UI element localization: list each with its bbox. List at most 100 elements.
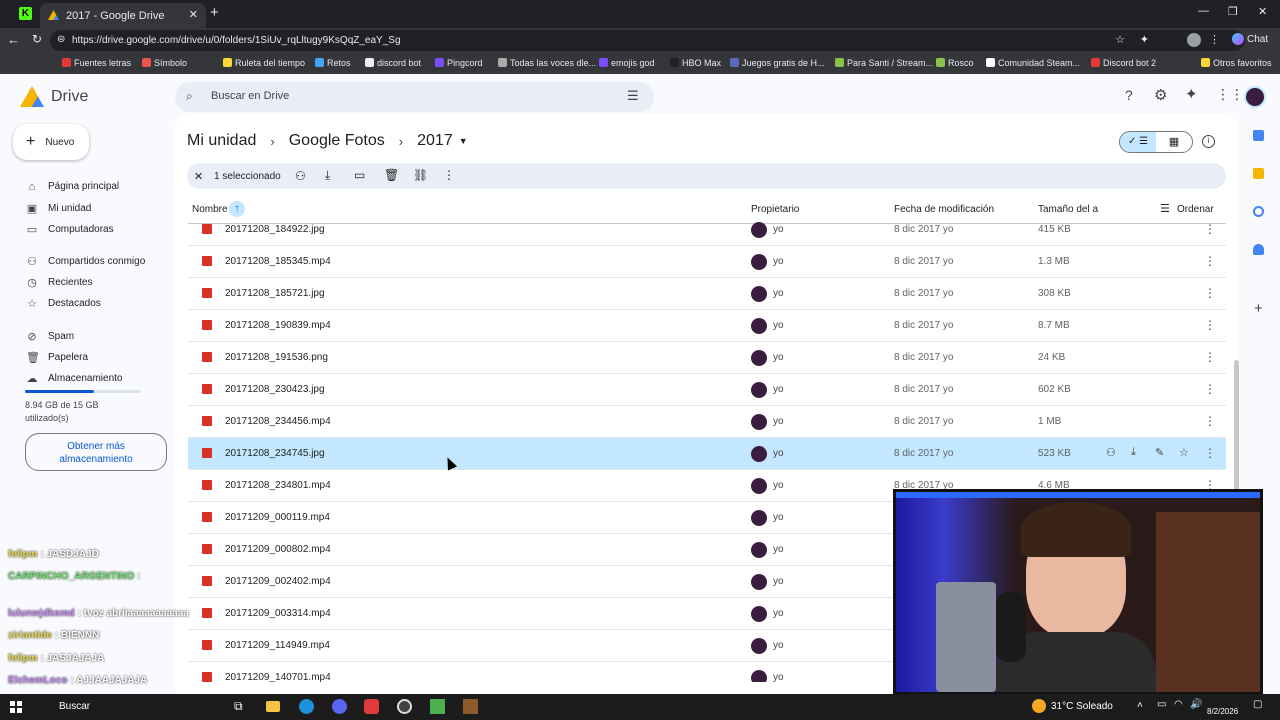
close-tab-icon[interactable]: ✕: [189, 8, 198, 21]
grid-view-button[interactable]: ▦: [1156, 132, 1192, 152]
sidebar-item-2[interactable]: Computadoras: [48, 224, 114, 235]
volume-icon[interactable]: 🔊: [1190, 699, 1202, 710]
wifi-icon[interactable]: ◠: [1174, 699, 1183, 710]
row-more-icon[interactable]: ⋮: [1204, 222, 1216, 236]
chat-button[interactable]: Chat: [1232, 33, 1268, 45]
discord-icon[interactable]: [332, 699, 347, 714]
url-field[interactable]: ⊜ https://drive.google.com/drive/u/0/fol…: [50, 30, 1245, 51]
row-more-icon[interactable]: ⋮: [1204, 254, 1216, 268]
calendar-icon[interactable]: [1253, 130, 1264, 141]
apps-grid-icon[interactable]: ⋮⋮: [1216, 86, 1244, 103]
trash-icon[interactable]: 🗑: [384, 168, 399, 182]
bookmark-item[interactable]: discord bot: [365, 58, 421, 68]
row-rename-icon[interactable]: ✎: [1155, 446, 1164, 459]
file-row[interactable]: 20171208_190839.mp4 yo 8 dic 2017 yo 8.7 MB…: [188, 310, 1226, 342]
row-share-icon[interactable]: ⚇: [1106, 446, 1116, 459]
row-download-icon[interactable]: ⤓: [1131, 446, 1136, 459]
maximize-icon[interactable]: ❐: [1228, 5, 1238, 18]
bookmark-item[interactable]: Otros favoritos: [1201, 58, 1272, 68]
notification-icon[interactable]: ▢: [1253, 699, 1262, 710]
help-icon[interactable]: ?: [1125, 87, 1133, 103]
sidebar-item-4[interactable]: Recientes: [48, 277, 92, 288]
browser-tab[interactable]: 2017 - Google Drive ✕: [40, 3, 206, 28]
sidebar-item-6[interactable]: Spam: [48, 331, 74, 342]
get-more-storage-button[interactable]: Obtener más almacenamiento: [25, 433, 167, 471]
file-row[interactable]: 20171208_191536.png yo 8 dic 2017 yo 24 KB ⋮: [188, 342, 1226, 374]
menu-dots-icon[interactable]: ⋮: [1209, 33, 1220, 46]
contacts-icon[interactable]: [1253, 244, 1264, 255]
windows-start-icon[interactable]: [10, 701, 22, 713]
bookmark-item[interactable]: Para Santi / Stream...: [835, 58, 933, 68]
bookmark-item[interactable]: Fuentes letras: [62, 58, 131, 68]
gemini-sparkle-icon[interactable]: ✦: [1185, 85, 1198, 103]
download-icon[interactable]: ⤓: [325, 168, 330, 183]
network-icon[interactable]: ▭: [1157, 699, 1166, 710]
sidebar-item-1[interactable]: Mi unidad: [48, 203, 91, 214]
file-row[interactable]: 20171208_230423.jpg yo 8 dic 2017 yo 602 KB…: [188, 374, 1226, 406]
new-tab-icon[interactable]: +: [210, 4, 219, 21]
account-avatar[interactable]: [1244, 86, 1266, 108]
bookmark-item[interactable]: Comunidad Steam...: [986, 58, 1080, 68]
breadcrumb-google-fotos[interactable]: Google Fotos: [289, 132, 385, 150]
bookmark-item[interactable]: Pingcord: [435, 58, 483, 68]
sidebar-item-3[interactable]: Compartidos conmigo: [48, 256, 145, 267]
drive-logo-icon[interactable]: [20, 86, 44, 107]
clear-selection-icon[interactable]: ✕: [194, 170, 203, 183]
bookmark-item[interactable]: HBO Max: [670, 58, 721, 68]
row-more-icon[interactable]: ⋮: [1204, 350, 1216, 364]
task-view-icon[interactable]: ⧉: [234, 699, 243, 714]
bookmark-item[interactable]: Retos: [315, 58, 351, 68]
sidebar-item-8[interactable]: Almacenamiento: [48, 373, 122, 384]
settings-gear-icon[interactable]: ⚙: [1154, 86, 1167, 104]
share-icon[interactable]: ⚇: [295, 169, 306, 183]
row-more-icon[interactable]: ⋮: [1204, 382, 1216, 396]
file-explorer-icon[interactable]: [266, 701, 280, 712]
bookmark-item[interactable]: Discord bot 2: [1091, 58, 1156, 68]
chevron-down-icon[interactable]: ▼: [459, 136, 468, 146]
move-icon[interactable]: ▭: [354, 168, 365, 182]
star-bookmark-icon[interactable]: ☆: [1115, 33, 1125, 46]
tray-chevron-icon[interactable]: ˄: [1137, 700, 1143, 711]
profile-avatar[interactable]: [1187, 33, 1201, 47]
chest-app-icon[interactable]: [463, 699, 478, 714]
row-star-icon[interactable]: ☆: [1179, 446, 1189, 459]
row-more-icon[interactable]: ⋮: [1204, 414, 1216, 428]
bookmark-item[interactable]: Símbolo: [142, 58, 187, 68]
site-info-icon[interactable]: ⊜: [57, 34, 65, 45]
search-bar[interactable]: ⌕ Buscar en Drive ☰: [175, 82, 654, 112]
bookmark-item[interactable]: Todas las voces dle...: [498, 58, 596, 68]
link-icon[interactable]: ⛓: [413, 168, 428, 182]
file-row[interactable]: 20171208_185345.mp4 yo 8 dic 2017 yo 1.3 MB…: [188, 246, 1226, 278]
media-player-icon[interactable]: [364, 699, 379, 714]
sidebar-item-0[interactable]: Página principal: [48, 181, 119, 192]
back-icon[interactable]: ←: [7, 32, 20, 47]
search-options-icon[interactable]: ☰: [627, 88, 639, 104]
row-more-icon[interactable]: ⋮: [1204, 318, 1216, 332]
reload-icon[interactable]: ↻: [32, 32, 42, 46]
bookmark-item[interactable]: Ruleta del tiempo: [223, 58, 305, 68]
close-window-icon[interactable]: ✕: [1258, 5, 1267, 18]
file-row[interactable]: 20171208_234745.jpg yo 8 dic 2017 yo 523 KB…: [188, 438, 1226, 470]
minecraft-icon[interactable]: [430, 699, 445, 714]
row-more-icon[interactable]: ⋮: [1204, 446, 1216, 460]
clock-date[interactable]: 8/2/2026: [1207, 707, 1238, 716]
file-row[interactable]: 20171208_185721.jpg yo 8 dic 2017 yo 308 KB…: [188, 278, 1226, 310]
keep-icon[interactable]: [1253, 168, 1264, 179]
obs-icon[interactable]: [397, 699, 412, 714]
sidebar-item-7[interactable]: Papelera: [48, 352, 88, 363]
weather-text[interactable]: 31°C Soleado: [1051, 701, 1113, 712]
bookmark-item[interactable]: Rosco: [936, 58, 974, 68]
bookmark-item[interactable]: Juegos gratis de H...: [730, 58, 825, 68]
new-button[interactable]: + Nuevo: [13, 124, 89, 160]
sidebar-item-5[interactable]: Destacados: [48, 298, 101, 309]
file-row[interactable]: 20171208_234456.mp4 yo 8 dic 2017 yo 1 MB ⋮: [188, 406, 1226, 438]
bookmark-item[interactable]: emojis god: [599, 58, 655, 68]
info-icon[interactable]: i: [1202, 135, 1215, 148]
file-row[interactable]: 20171208_184922.jpg yo 8 dic 2017 yo 415 KB…: [188, 214, 1226, 246]
minimize-icon[interactable]: —: [1198, 5, 1209, 17]
add-addon-icon[interactable]: +: [1254, 300, 1263, 317]
taskbar-search[interactable]: Buscar: [59, 701, 90, 712]
more-actions-icon[interactable]: ⋮: [443, 168, 455, 182]
tasks-icon[interactable]: [1253, 206, 1264, 217]
breadcrumb-2017[interactable]: 2017: [417, 132, 453, 150]
